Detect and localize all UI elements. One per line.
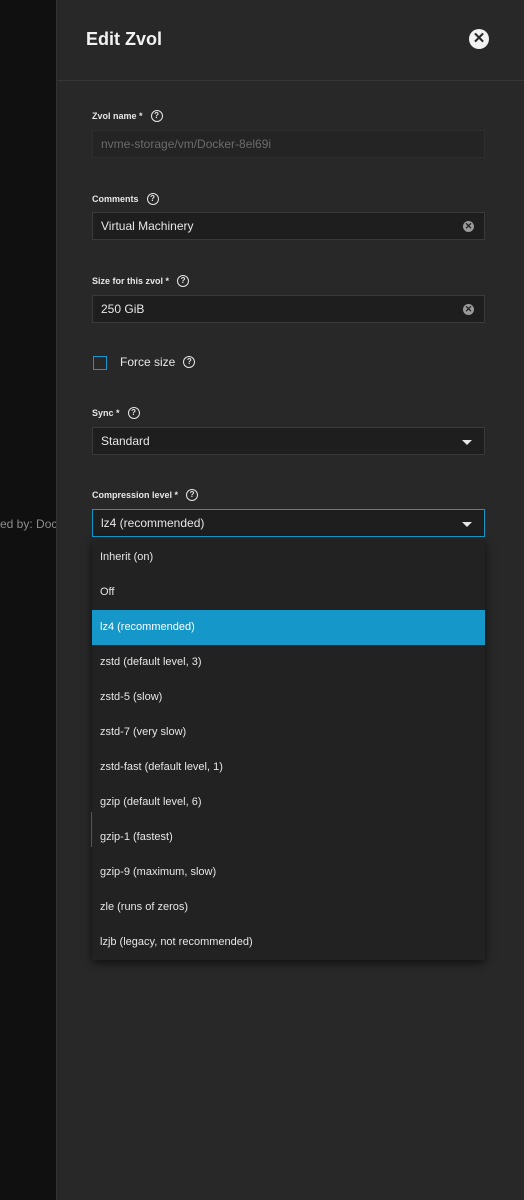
compression-select[interactable]: lz4 (recommended): [92, 509, 485, 537]
compression-value: lz4 (recommended): [101, 516, 205, 530]
help-icon[interactable]: ?: [150, 110, 163, 122]
force-size-label-text: Force size: [120, 355, 176, 369]
comments-input[interactable]: Virtual Machinery ✕: [92, 212, 485, 240]
sync-value: Standard: [101, 434, 150, 448]
chevron-down-icon: [462, 522, 472, 527]
clear-icon[interactable]: ✕: [463, 221, 474, 232]
size-value: 250 GiB: [101, 302, 145, 316]
sync-label: Sync * ?: [92, 407, 140, 419]
size-label-text: Size for this zvol *: [92, 276, 170, 286]
zvol-name-value: nvme-storage/vm/Docker-8el69i: [101, 137, 272, 151]
dropdown-option[interactable]: zle (runs of zeros): [92, 890, 485, 925]
help-icon[interactable]: ?: [186, 489, 199, 501]
dropdown-option[interactable]: lzjb (legacy, not recommended): [92, 925, 485, 960]
zvol-name-input[interactable]: nvme-storage/vm/Docker-8el69i: [92, 130, 485, 158]
backdrop-text: ed by: Doc: [0, 517, 56, 531]
dropdown-option[interactable]: zstd-fast (default level, 1): [92, 750, 485, 785]
dropdown-option[interactable]: Off: [92, 575, 485, 610]
dropdown-option[interactable]: zstd (default level, 3): [92, 645, 485, 680]
dropdown-option[interactable]: zstd-7 (very slow): [92, 715, 485, 750]
compression-dropdown: Inherit (on) Off lz4 (recommended) zstd (de…: [92, 540, 485, 960]
force-size-checkbox[interactable]: [93, 356, 107, 370]
help-icon[interactable]: ?: [146, 193, 159, 205]
size-label: Size for this zvol * ?: [92, 275, 190, 287]
page-backdrop: [0, 0, 56, 1200]
help-icon[interactable]: ?: [183, 356, 196, 368]
compression-label: Compression level * ?: [92, 489, 199, 501]
dropdown-option[interactable]: gzip-9 (maximum, slow): [92, 855, 485, 890]
comments-label-text: Comments: [92, 194, 139, 204]
chevron-down-icon: [462, 440, 472, 445]
force-size-label: Force size ?: [120, 355, 196, 369]
sync-label-text: Sync *: [92, 408, 120, 418]
edit-zvol-panel: Edit Zvol ✕ Zvol name * ? nvme-storage/v…: [56, 0, 524, 1200]
help-icon[interactable]: ?: [127, 407, 140, 419]
dropdown-option[interactable]: zstd-5 (slow): [92, 680, 485, 715]
comments-value: Virtual Machinery: [101, 219, 194, 233]
dropdown-option[interactable]: gzip-1 (fastest): [92, 820, 485, 855]
compression-label-text: Compression level *: [92, 490, 179, 500]
size-input[interactable]: 250 GiB ✕: [92, 295, 485, 323]
comments-label: Comments ?: [92, 193, 159, 205]
dropdown-option[interactable]: Inherit (on): [92, 540, 485, 575]
close-icon[interactable]: ✕: [469, 29, 489, 49]
dropdown-option[interactable]: gzip (default level, 6): [92, 785, 485, 820]
clear-icon[interactable]: ✕: [463, 304, 474, 315]
panel-header: Edit Zvol ✕: [57, 0, 524, 81]
zvol-name-label: Zvol name * ?: [92, 110, 163, 122]
sync-select[interactable]: Standard: [92, 427, 485, 455]
panel-title: Edit Zvol: [86, 29, 162, 49]
dropdown-option[interactable]: lz4 (recommended): [92, 610, 485, 645]
help-icon[interactable]: ?: [177, 275, 190, 287]
zvol-name-label-text: Zvol name *: [92, 111, 143, 121]
